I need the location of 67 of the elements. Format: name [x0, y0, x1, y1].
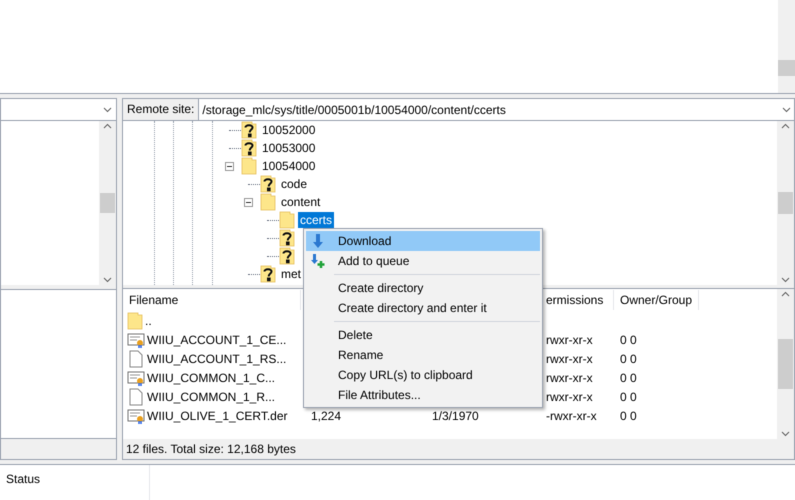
folder-icon [127, 312, 143, 330]
menu-item[interactable]: Add to queue [306, 251, 540, 271]
collapse-icon[interactable] [225, 162, 234, 171]
scrollbar-thumb[interactable] [778, 192, 793, 214]
tree-item[interactable]: code [279, 176, 310, 192]
dropdown-icon[interactable] [103, 106, 112, 113]
menu-item[interactable]: Rename [306, 345, 540, 365]
scrollbar[interactable] [99, 121, 116, 286]
file-name[interactable]: WIIU_ACCOUNT_1_CE... [147, 330, 286, 349]
unknown-folder-icon [241, 121, 257, 140]
scrollbar-thumb[interactable] [778, 60, 795, 76]
file-name[interactable]: .. [145, 312, 152, 330]
scrollbar[interactable] [778, 0, 795, 94]
menu-item[interactable]: Delete [306, 325, 540, 345]
folder-icon [241, 157, 257, 176]
tree-item[interactable]: content [279, 194, 322, 210]
file-owner: 0 0 [620, 332, 637, 347]
dropdown-icon[interactable] [782, 106, 791, 113]
local-site-combobox[interactable] [1, 99, 116, 122]
file-owner: 0 0 [620, 390, 637, 404]
file-permissions: -rwxr-xr-x [546, 408, 597, 423]
file-icon [129, 350, 143, 368]
menu-item[interactable]: Download [306, 231, 540, 251]
file-name[interactable]: WIIU_ACCOUNT_1_RS... [147, 350, 286, 368]
menu-item[interactable]: Create directory [306, 278, 540, 298]
remote-path-combobox[interactable]: /storage_mlc/sys/title/0005001b/10054000/content/ccerts [199, 99, 794, 120]
column-header[interactable]: Status [0, 465, 150, 500]
file-owner: 0 0 [620, 370, 637, 385]
file-date: 1/3/1970 [432, 408, 479, 423]
menu-item[interactable]: Create directory and enter it [306, 298, 540, 318]
status-summary: 12 files. Total size: 12,168 bytes [126, 441, 296, 458]
tree-item[interactable]: met [279, 266, 304, 282]
column-header[interactable]: ermissions [544, 290, 614, 310]
folder-icon [260, 193, 276, 212]
tree-item[interactable]: 10052000 [260, 122, 318, 138]
file-name[interactable]: WIIU_OLIVE_1_CERT.der [147, 406, 288, 425]
scrollbar[interactable] [777, 121, 794, 286]
file-name[interactable]: WIIU_COMMON_1_C... [147, 368, 276, 387]
unknown-folder-icon [260, 265, 276, 284]
file-permissions: rwxr-xr-x [546, 332, 593, 347]
certificate-icon [127, 370, 145, 386]
file-permissions: rwxr-xr-x [546, 352, 593, 366]
tree-item[interactable]: 10053000 [260, 140, 318, 156]
column-header[interactable]: Filename [123, 290, 301, 310]
down-arrow-icon [312, 233, 324, 249]
file-owner: 0 0 [620, 352, 637, 366]
scrollbar-thumb[interactable] [778, 339, 793, 390]
collapse-icon[interactable] [244, 198, 253, 207]
certificate-icon [127, 332, 145, 348]
certificate-icon [127, 408, 145, 424]
file-size: 1,224 [310, 408, 341, 423]
file-icon [129, 388, 143, 406]
folder-icon [279, 211, 295, 230]
menu-item[interactable]: Copy URL(s) to clipboard [306, 365, 540, 385]
unknown-folder-icon [241, 139, 257, 158]
file-permissions: rwxr-xr-x [546, 390, 593, 404]
file-permissions: rwxr-xr-x [546, 370, 593, 385]
file-name[interactable]: WIIU_COMMON_1_R... [147, 388, 276, 406]
tree-item[interactable]: 10054000 [260, 158, 318, 174]
file-owner: 0 0 [620, 408, 637, 423]
column-header[interactable]: Owner/Group [614, 290, 699, 310]
scrollbar-thumb[interactable] [100, 193, 115, 214]
queue-add-icon [310, 253, 326, 269]
tree-item[interactable]: ccerts [298, 212, 334, 228]
unknown-folder-icon [260, 175, 276, 194]
scrollbar[interactable] [777, 289, 794, 440]
menu-item[interactable]: File Attributes... [306, 385, 540, 405]
